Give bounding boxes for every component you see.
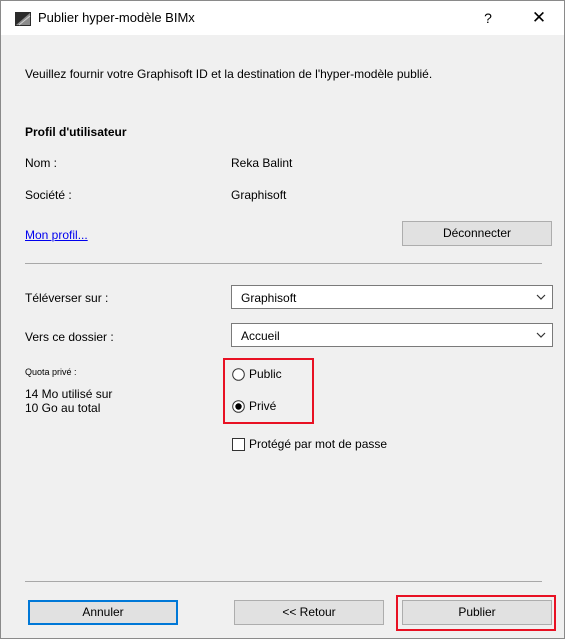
close-button[interactable]: ✕ — [527, 6, 551, 30]
upload-to-label: Téléverser sur : — [25, 291, 109, 305]
folder-label: Vers ce dossier : — [25, 330, 114, 344]
name-value: Reka Balint — [231, 156, 293, 170]
folder-select[interactable]: Accueil — [231, 323, 553, 347]
password-label[interactable]: Protégé par mot de passe — [249, 437, 387, 451]
quota-used: 14 Mo utilisé sur — [25, 387, 113, 401]
public-radio[interactable] — [232, 368, 245, 381]
title-bar: Publier hyper-modèle BIMx ? ✕ — [1, 1, 564, 35]
upload-to-value: Graphisoft — [241, 291, 297, 305]
public-label[interactable]: Public — [249, 367, 282, 381]
intro-text: Veuillez fournir votre Graphisoft ID et … — [25, 67, 433, 81]
back-button[interactable]: << Retour — [234, 600, 384, 625]
footer-divider — [25, 581, 542, 582]
company-value: Graphisoft — [231, 188, 287, 202]
dialog-window: Publier hyper-modèle BIMx ? ✕ Veuillez f… — [0, 0, 565, 639]
cancel-button[interactable]: Annuler — [28, 600, 178, 625]
private-label[interactable]: Privé — [249, 399, 276, 413]
name-label: Nom : — [25, 156, 58, 170]
chevron-down-icon — [536, 294, 546, 300]
quota-label: Quota privé : — [25, 367, 77, 377]
password-checkbox[interactable] — [232, 438, 245, 451]
chevron-down-icon — [536, 332, 546, 338]
quota-total: 10 Go au total — [25, 401, 101, 415]
upload-to-select[interactable]: Graphisoft — [231, 285, 553, 309]
publish-button[interactable]: Publier — [402, 600, 552, 625]
company-label: Société : — [25, 188, 72, 202]
disconnect-button[interactable]: Déconnecter — [402, 221, 552, 246]
my-profile-link[interactable]: Mon profil... — [25, 228, 88, 242]
help-button[interactable]: ? — [477, 6, 499, 30]
private-radio[interactable] — [232, 400, 245, 413]
window-title: Publier hyper-modèle BIMx — [38, 10, 195, 25]
profile-heading: Profil d'utilisateur — [25, 125, 127, 139]
folder-value: Accueil — [241, 329, 280, 343]
section-divider — [25, 263, 542, 264]
archicad-icon — [15, 12, 31, 26]
